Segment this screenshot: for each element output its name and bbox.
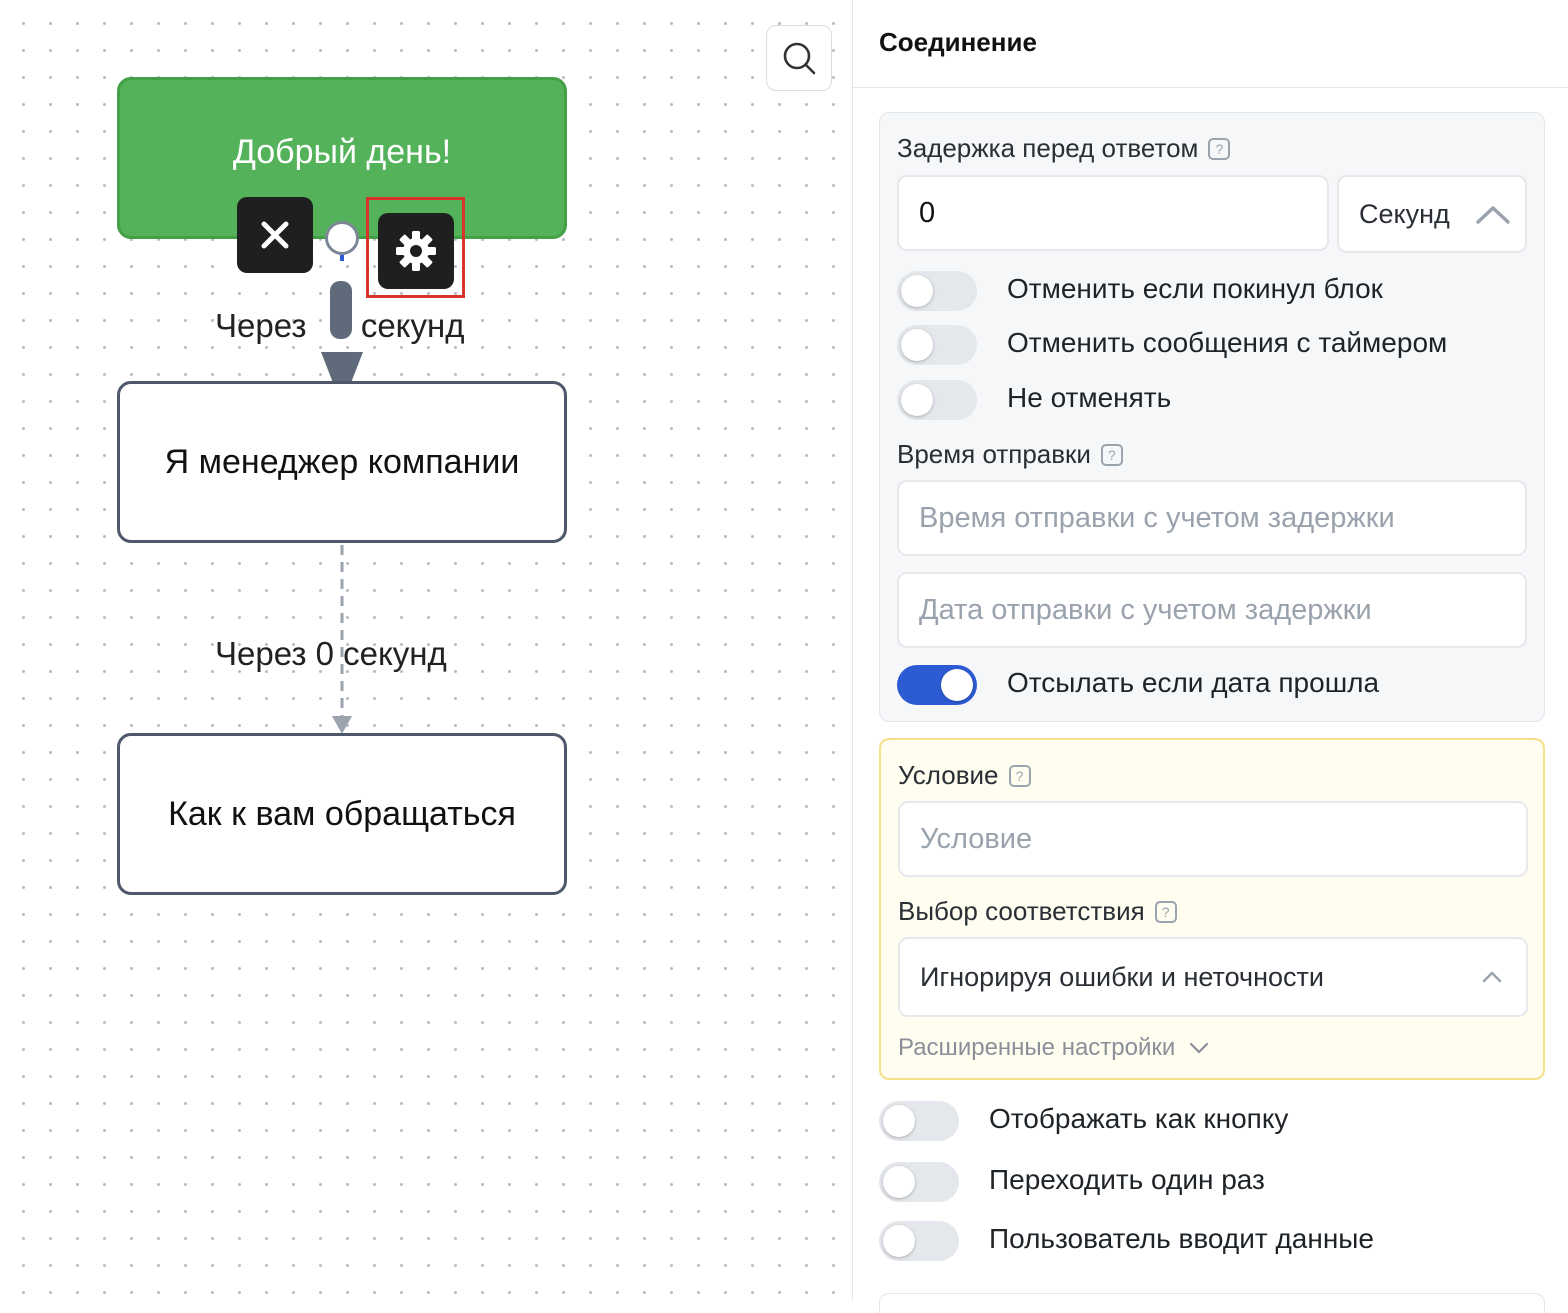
edge-drag-handle[interactable] [330,281,352,339]
edge-1-label-part2: секунд [360,307,465,344]
toggle-go-once[interactable] [879,1162,959,1202]
flow-node-greeting[interactable]: Добрый день! [117,77,567,239]
next-card-edge [879,1293,1545,1313]
advanced-settings-toggle[interactable]: Расширенные настройки [898,1034,1209,1062]
flow-node-manager[interactable]: Я менеджер компании [117,381,567,543]
delay-unit-value: Секунд [1359,198,1450,229]
search-button[interactable] [766,25,832,91]
match-select-value: Игнорируя ошибки и неточности [920,961,1324,992]
delay-label: Задержка перед ответом ? [897,133,1231,164]
node-text: Как к вам обращаться [168,794,516,833]
chevron-up-icon [1476,206,1510,224]
match-select[interactable]: Игнорируя ошибки и неточности [898,937,1528,1017]
connection-panel: Соединение Задержка перед ответом ? 0 Се… [852,0,1568,1313]
toggle-show-as-button[interactable] [879,1101,959,1141]
panel-title: Соединение [853,0,1568,88]
search-icon [783,42,816,75]
toggle-user-input[interactable] [879,1221,959,1261]
match-label-text: Выбор соответствия [898,896,1145,926]
delay-card: Задержка перед ответом ? 0 Секунд Отмени… [879,112,1545,722]
match-label: Выбор соответствия ? [898,896,1177,927]
chevron-up-icon [1482,971,1502,983]
help-icon[interactable]: ? [1154,900,1177,923]
help-icon[interactable]: ? [1100,443,1123,466]
toggle-cancel-if-left-label: Отменить если покинул блок [1007,273,1383,304]
toggle-cancel-timer-messages-label: Отменить сообщения с таймером [1007,327,1448,358]
delay-value-input[interactable]: 0 [897,175,1329,251]
condition-label-text: Условие [898,760,999,790]
flow-canvas[interactable]: Добрый день! Я менеджер компании Как к в… [0,0,852,1300]
close-icon [261,221,289,249]
help-icon[interactable]: ? [1008,764,1031,787]
flow-node-how-to-address[interactable]: Как к вам обращаться [117,733,567,895]
toggle-send-if-past-label: Отсылать если дата прошла [1007,667,1380,698]
toggle-do-not-cancel[interactable] [897,380,977,420]
delay-unit-select[interactable]: Секунд [1337,175,1527,253]
toggle-cancel-if-left[interactable] [897,271,977,311]
node-text: Я менеджер компании [164,442,520,481]
delete-connection-button[interactable] [237,197,313,273]
highlight-box [366,197,465,298]
toggle-cancel-timer-messages[interactable] [897,325,977,365]
send-time-label-text: Время отправки [897,439,1091,469]
node-text: Добрый день! [232,132,452,171]
help-icon[interactable]: ? [1208,137,1231,160]
connection-handle[interactable] [325,221,359,255]
toggle-send-if-past[interactable] [897,665,977,705]
condition-input[interactable]: Условие [898,801,1528,877]
condition-label: Условие ? [898,760,1031,791]
edge-2-label[interactable]: Через 0 секунд [215,635,447,673]
send-date-input[interactable]: Дата отправки с учетом задержки [897,572,1527,648]
send-time-label: Время отправки ? [897,439,1123,470]
advanced-settings-label: Расширенные настройки [898,1034,1176,1061]
edge-1-label-part1: Через [215,307,307,344]
toggle-go-once-label: Переходить один раз [989,1164,1265,1195]
toggle-do-not-cancel-label: Не отменять [1007,382,1172,413]
send-time-input[interactable]: Время отправки с учетом задержки [897,480,1527,556]
toggle-show-as-button-label: Отображать как кнопку [989,1103,1289,1134]
edge-2-arrowhead [332,716,352,734]
toggle-user-input-label: Пользователь вводит данные [989,1223,1374,1254]
chevron-down-icon [1190,1042,1209,1054]
condition-card: Условие ? Условие Выбор соответствия ? И… [879,738,1545,1080]
delay-label-text: Задержка перед ответом [897,133,1199,163]
